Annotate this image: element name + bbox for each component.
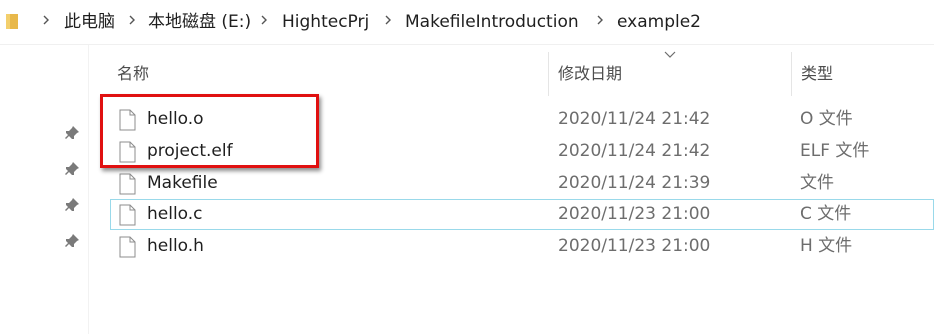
chevron-right-icon[interactable] xyxy=(126,14,138,30)
file-explorer-window: 此电脑 本地磁盘 (E:) HightecPrj MakefileIntrodu… xyxy=(0,0,934,334)
file-name: hello.h xyxy=(147,236,204,256)
file-date: 2020/11/24 21:42 xyxy=(558,141,711,161)
file-type: H 文件 xyxy=(800,236,853,256)
column-header-type[interactable]: 类型 xyxy=(801,52,833,96)
file-date: 2020/11/24 21:42 xyxy=(558,109,711,129)
breadcrumb-hightecprj[interactable]: HightecPrj xyxy=(282,11,369,33)
pin-icon[interactable] xyxy=(64,161,80,177)
file-icon xyxy=(119,236,136,258)
file-type: ELF 文件 xyxy=(800,141,870,161)
file-name: Makefile xyxy=(147,173,218,193)
chevron-right-icon[interactable] xyxy=(594,14,606,30)
chevron-right-icon[interactable] xyxy=(382,14,394,30)
file-type: 文件 xyxy=(800,173,834,193)
file-date: 2020/11/23 21:00 xyxy=(558,204,711,224)
breadcrumb-makefileintroduction[interactable]: MakefileIntroduction xyxy=(405,11,579,33)
column-header-name[interactable]: 名称 xyxy=(117,52,149,96)
file-icon xyxy=(119,173,136,195)
file-name: hello.c xyxy=(147,204,203,224)
highlight-annotation-box xyxy=(100,94,319,168)
column-divider[interactable] xyxy=(791,52,792,96)
navigation-pane xyxy=(0,45,89,334)
sort-down-icon xyxy=(664,51,676,58)
chevron-right-icon[interactable] xyxy=(40,14,52,30)
breadcrumb-this-pc[interactable]: 此电脑 xyxy=(64,11,115,33)
file-icon xyxy=(119,204,136,226)
chevron-right-icon[interactable] xyxy=(258,14,270,30)
file-type: O 文件 xyxy=(800,109,853,129)
file-date: 2020/11/24 21:39 xyxy=(558,173,711,193)
file-date: 2020/11/23 21:00 xyxy=(558,236,711,256)
file-type: C 文件 xyxy=(800,204,852,224)
column-header-date[interactable]: 修改日期 xyxy=(558,52,622,96)
pin-icon[interactable] xyxy=(64,233,80,249)
folder-icon xyxy=(6,14,18,29)
pin-icon[interactable] xyxy=(64,197,80,213)
pin-icon[interactable] xyxy=(64,125,80,141)
breadcrumb-local-disk[interactable]: 本地磁盘 (E:) xyxy=(148,11,251,33)
file-row[interactable]: hello.h 2020/11/23 21:00 H 文件 xyxy=(110,231,934,262)
file-row[interactable]: Makefile 2020/11/24 21:39 文件 xyxy=(110,168,934,199)
address-bar[interactable]: 此电脑 本地磁盘 (E:) HightecPrj MakefileIntrodu… xyxy=(0,0,934,45)
column-divider[interactable] xyxy=(548,52,549,96)
breadcrumb-example2[interactable]: example2 xyxy=(617,11,701,33)
file-row[interactable]: hello.c 2020/11/23 21:00 C 文件 xyxy=(110,199,934,230)
